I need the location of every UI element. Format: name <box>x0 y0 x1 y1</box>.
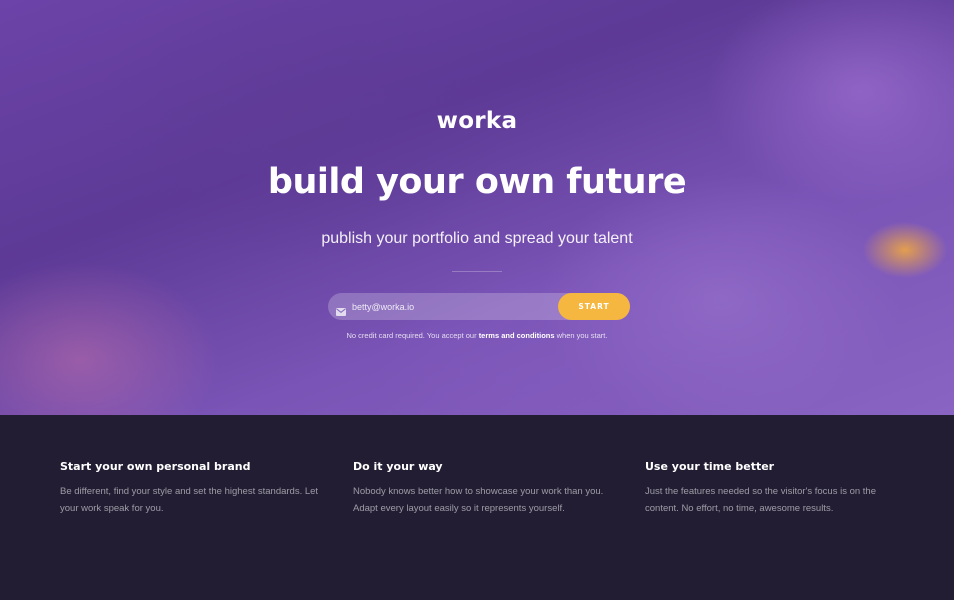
feature-text: Just the features needed so the visitor'… <box>645 486 877 514</box>
feature-title: Do it your way <box>353 460 443 473</box>
feature-text: Be different, find your style and set th… <box>60 486 319 514</box>
feature-title: Use your time better <box>645 460 775 473</box>
subheadline: publish your portfolio and spread your t… <box>321 230 633 247</box>
email-field[interactable] <box>352 293 552 320</box>
feature-column: Do it your way Nobody knows better how t… <box>353 460 613 517</box>
hero-content: worka build your own future publish your… <box>0 0 954 415</box>
feature-column: Start your own personal brand Be differe… <box>60 460 320 517</box>
logo[interactable]: worka <box>0 108 954 134</box>
page-title: build your own future <box>267 162 687 202</box>
features-section: Start your own personal brand Be differe… <box>0 415 954 600</box>
disclaimer-after: when you start. <box>554 331 608 340</box>
feature-text: Nobody knows better how to showcase your… <box>353 486 604 514</box>
hero-section: worka build your own future publish your… <box>0 0 954 415</box>
feature-column: Use your time better Just the features n… <box>645 460 905 517</box>
disclaimer-before: No credit card required. You accept our <box>346 331 479 340</box>
divider <box>452 271 502 272</box>
disclaimer-text: No credit card required. You accept our … <box>0 331 954 340</box>
feature-title: Start your own personal brand <box>60 460 251 473</box>
envelope-icon <box>336 301 346 316</box>
start-button[interactable]: START <box>558 293 630 320</box>
signup-form: START <box>328 293 630 320</box>
terms-link[interactable]: terms and conditions <box>479 331 555 340</box>
